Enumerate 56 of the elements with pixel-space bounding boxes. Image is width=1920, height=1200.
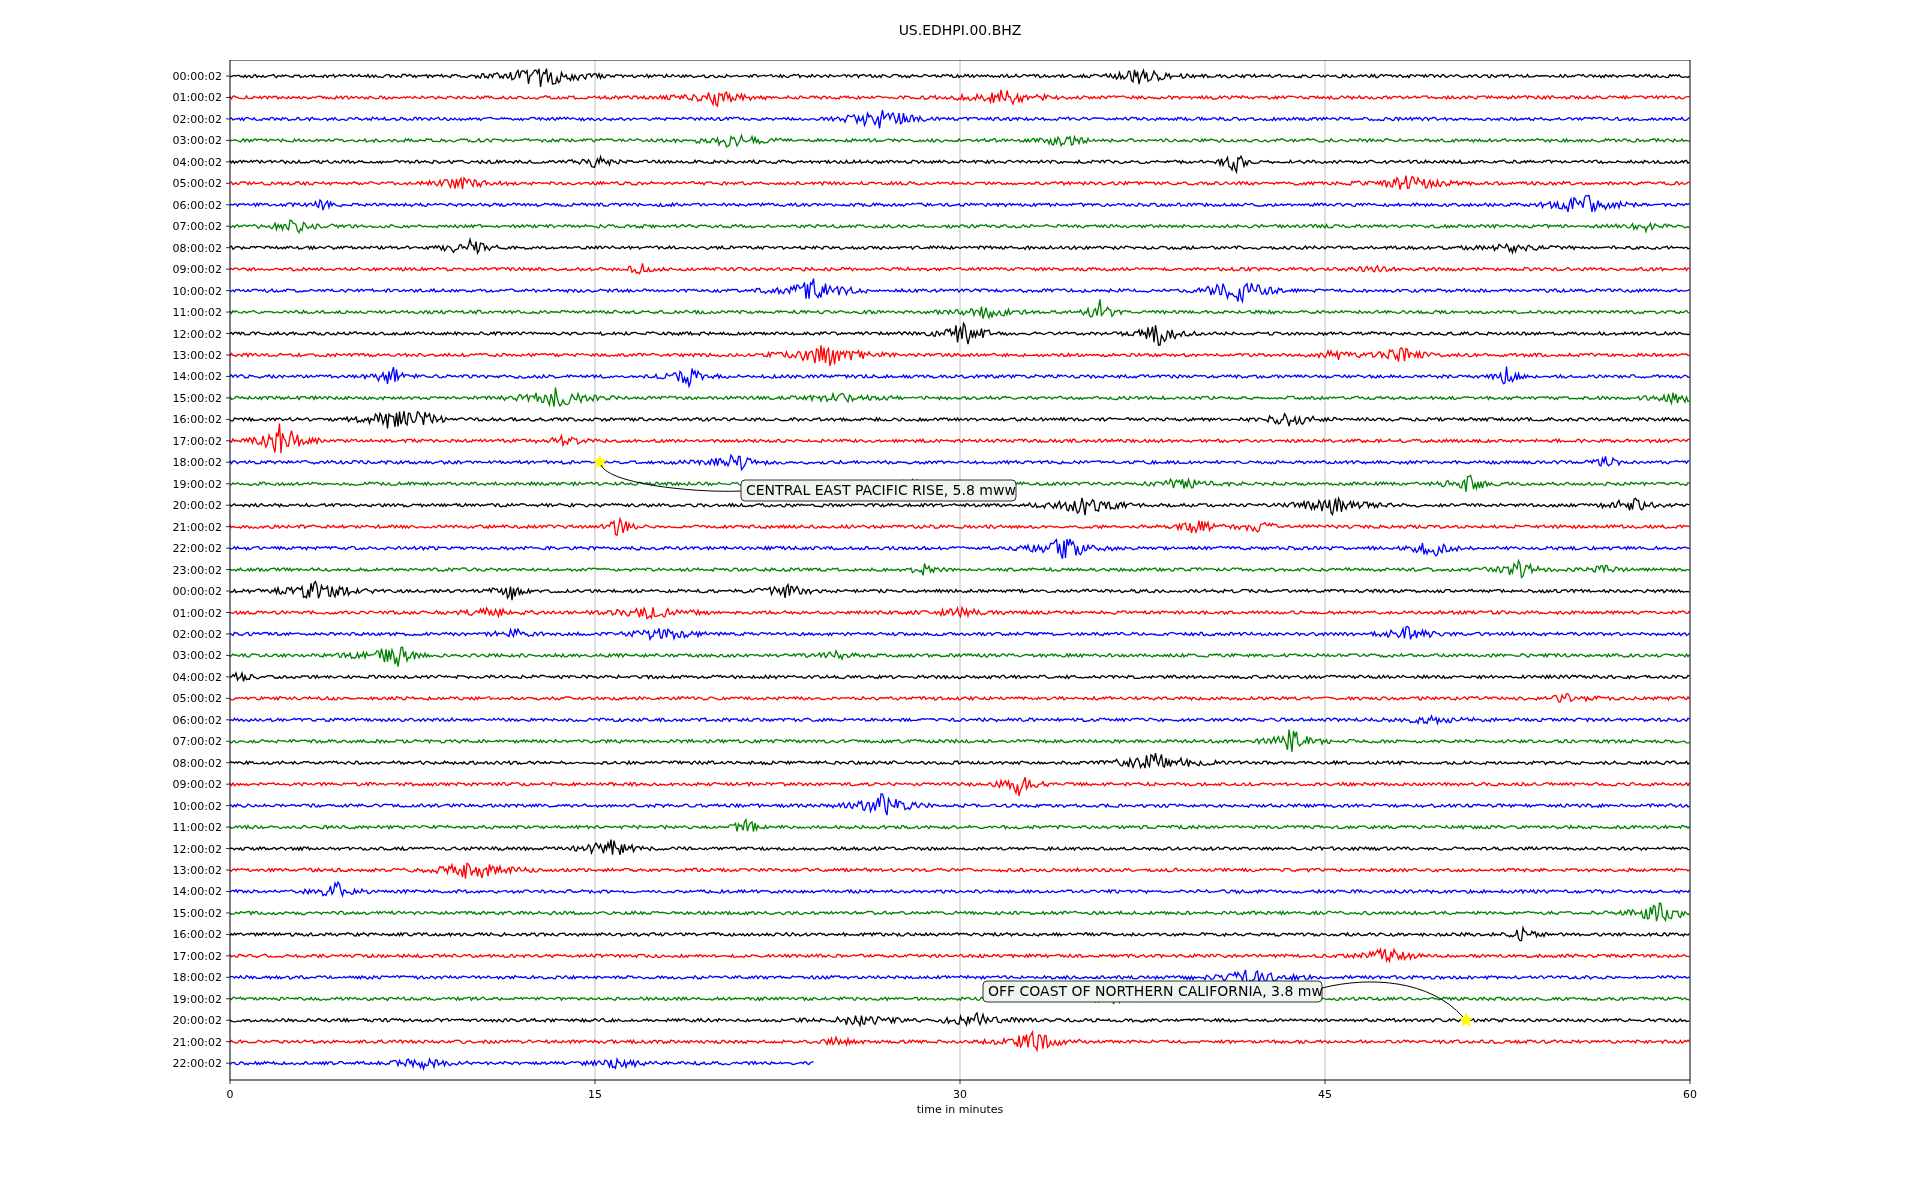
y-tick-label: 09:00:02	[172, 778, 222, 792]
y-tick-label: 07:00:02	[172, 735, 222, 749]
event-annotation-label: CENTRAL EAST PACIFIC RISE, 5.8 mww	[740, 479, 1017, 502]
y-tick-label: 20:00:02	[172, 1014, 222, 1028]
x-tick-label: 60	[1683, 1088, 1697, 1101]
y-tick-label: 11:00:02	[172, 306, 222, 320]
y-tick-label: 18:00:02	[172, 456, 222, 470]
y-tick-label: 17:00:02	[172, 949, 222, 963]
y-tick-label: 05:00:02	[172, 692, 222, 706]
y-tick-label: 10:00:02	[172, 799, 222, 813]
y-tick-label: 14:00:02	[172, 370, 222, 384]
y-tick-label: 03:00:02	[172, 649, 222, 663]
y-tick-label: 11:00:02	[172, 821, 222, 835]
y-tick-label: 18:00:02	[172, 971, 222, 985]
y-tick-label: 19:00:02	[172, 992, 222, 1006]
y-tick-label: 02:00:02	[172, 627, 222, 641]
y-tick-label: 03:00:02	[172, 134, 222, 148]
y-tick-label: 04:00:02	[172, 670, 222, 684]
y-tick-label: 00:00:02	[172, 70, 222, 83]
y-tick-label: 05:00:02	[172, 177, 222, 191]
y-tick-label: 08:00:02	[172, 241, 222, 255]
y-tick-label: 12:00:02	[172, 327, 222, 341]
y-tick-label: 09:00:02	[172, 263, 222, 277]
y-tick-label: 14:00:02	[172, 885, 222, 899]
y-tick-label: 13:00:02	[172, 349, 222, 362]
y-tick-label: 04:00:02	[172, 155, 222, 169]
y-tick-label: 15:00:02	[172, 391, 222, 405]
y-tick-label: 21:00:02	[172, 520, 222, 534]
x-tick-label: 45	[1318, 1088, 1332, 1101]
y-tick-label: 00:00:02	[172, 585, 222, 599]
event-annotation-label: OFF COAST OF NORTHERN CALIFORNIA, 3.8 mw	[982, 980, 1323, 1003]
x-tick-label: 0	[226, 1088, 234, 1101]
y-tick-label: 17:00:02	[172, 434, 222, 448]
y-tick-label: 06:00:02	[172, 198, 222, 212]
x-tick-label: 15	[588, 1088, 602, 1101]
y-tick-label: 01:00:02	[172, 91, 222, 105]
y-tick-label: 20:00:02	[172, 499, 222, 513]
y-tick-label: 07:00:02	[172, 220, 222, 234]
y-tick-label: 06:00:02	[172, 713, 222, 727]
y-tick-label: 10:00:02	[172, 284, 222, 298]
x-axis-label: time in minutes	[916, 1103, 1004, 1116]
x-tick-label: 30	[953, 1088, 967, 1101]
y-tick-label: 22:00:02	[172, 542, 222, 556]
y-tick-label: 08:00:02	[172, 756, 222, 770]
y-tick-label: 22:00:02	[172, 1057, 222, 1071]
y-tick-label: 16:00:02	[172, 928, 222, 942]
y-tick-label: 02:00:02	[172, 112, 222, 126]
y-tick-label: 19:00:02	[172, 477, 222, 491]
y-tick-label: 13:00:02	[172, 864, 222, 877]
y-tick-label: 12:00:02	[172, 842, 222, 856]
y-tick-label: 15:00:02	[172, 906, 222, 920]
y-tick-label: 21:00:02	[172, 1035, 222, 1049]
y-tick-label: 01:00:02	[172, 606, 222, 620]
chart-title: US.EDHPI.00.BHZ	[898, 20, 1022, 40]
y-tick-label: 23:00:02	[172, 563, 222, 577]
y-tick-label: 16:00:02	[172, 413, 222, 427]
